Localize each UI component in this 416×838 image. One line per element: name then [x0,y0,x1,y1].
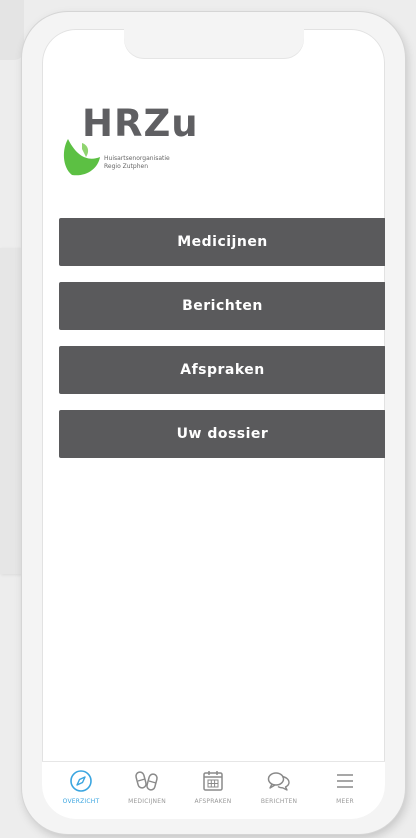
chat-bubbles-icon [267,772,290,791]
hrzu-logo: HRZu Huisartsenorganisatie Regio Zutphen [60,101,260,191]
medicijnen-button[interactable]: Medicijnen [59,218,385,266]
background-shape [0,0,24,60]
logo-subtitle: Huisartsenorganisatie Regio Zutphen [104,155,170,171]
tab-berichten[interactable]: BERICHTEN [246,768,312,818]
tab-medicijnen-label: MEDICIJNEN [128,798,166,805]
tab-overzicht[interactable]: OVERZICHT [48,768,114,818]
phone-frame: HRZu Huisartsenorganisatie Regio Zutphen… [22,12,405,834]
tab-berichten-label: BERICHTEN [260,798,298,805]
logo-subtitle-line1: Huisartsenorganisatie [104,155,170,162]
berichten-button[interactable]: Berichten [59,282,385,330]
phone-notch [124,29,304,59]
logo-subtitle-line2: Regio Zutphen [104,163,149,170]
pills-icon [135,771,158,791]
calendar-icon [203,771,223,791]
tab-overzicht-label: OVERZICHT [62,798,100,805]
app-screen: HRZu Huisartsenorganisatie Regio Zutphen… [42,29,385,819]
tab-meer[interactable]: MEER [312,768,378,818]
tab-afspraken-label: AFSPRAKEN [194,798,232,805]
uw-dossier-button[interactable]: Uw dossier [59,410,385,458]
logo-leaf-icon [63,139,100,176]
tab-medicijnen[interactable]: MEDICIJNEN [114,768,180,818]
bottom-tab-bar: OVERZICHT MEDICIJNEN AFSPRAKEN BERICHTEN… [42,761,385,819]
afspraken-button[interactable]: Afspraken [59,346,385,394]
compass-icon [70,770,92,792]
main-menu: Medicijnen Berichten Afspraken Uw dossie… [59,218,385,474]
hamburger-menu-icon [337,774,353,788]
tab-meer-label: MEER [336,798,354,805]
tab-afspraken[interactable]: AFSPRAKEN [180,768,246,818]
